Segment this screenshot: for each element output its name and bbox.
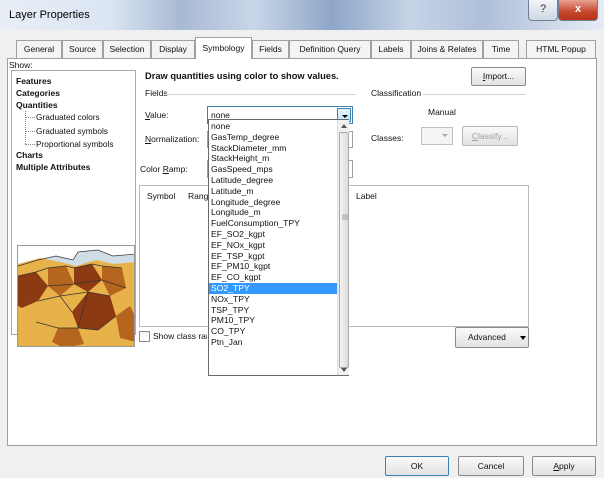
dropdown-option[interactable]: Latitude_degree: [209, 175, 338, 186]
tab-labels[interactable]: Labels: [371, 40, 411, 58]
value-label: Value:: [145, 110, 169, 120]
chevron-down-icon: [520, 336, 526, 340]
scroll-down-arrow-icon[interactable]: [340, 366, 348, 374]
color-ramp-label: Color Ramp:: [140, 164, 188, 174]
tab-html-popup[interactable]: HTML Popup: [526, 40, 596, 58]
dropdown-option[interactable]: Ptn_Jan: [209, 337, 338, 348]
scrollbar-thumb[interactable]: [339, 132, 349, 368]
column-symbol[interactable]: Symbol: [147, 191, 175, 201]
tab-joins-relates[interactable]: Joins & Relates: [411, 40, 483, 58]
dropdown-option[interactable]: EF_PM10_kgpt: [209, 261, 338, 272]
symbology-preview-map: [17, 245, 135, 347]
dropdown-scrollbar[interactable]: [337, 120, 349, 375]
tree-connector: [25, 144, 35, 145]
show-class-ranges-label: Show class ranges using feature values: [153, 331, 207, 341]
title-bar: [0, 0, 604, 30]
dropdown-option[interactable]: StackHeight_m: [209, 153, 338, 164]
preview-map-image: [18, 246, 134, 346]
tab-time[interactable]: Time: [483, 40, 519, 58]
ok-button[interactable]: OK: [385, 456, 449, 476]
classification-method: Manual: [428, 107, 456, 117]
column-label[interactable]: Label: [356, 191, 377, 201]
show-class-ranges-checkbox[interactable]: [139, 331, 150, 342]
tab-display[interactable]: Display: [151, 40, 195, 58]
dropdown-option[interactable]: GasSpeed_mps: [209, 164, 338, 175]
fields-group-divider: [166, 94, 356, 95]
apply-button[interactable]: Apply: [532, 456, 596, 476]
close-button[interactable]: x: [558, 0, 598, 21]
classes-select[interactable]: [421, 127, 453, 145]
scroll-up-arrow-icon[interactable]: [340, 122, 348, 130]
dropdown-option-selected[interactable]: SO2_TPY: [209, 283, 338, 294]
dropdown-option[interactable]: Longitude_degree: [209, 197, 338, 208]
tree-item-graduated-symbols[interactable]: Graduated symbols: [36, 126, 108, 136]
tree-item-charts[interactable]: Charts: [16, 150, 43, 160]
tree-item-multiple-attributes[interactable]: Multiple Attributes: [16, 162, 90, 172]
tree-connector: [25, 117, 35, 118]
dropdown-option[interactable]: EF_SO2_kgpt: [209, 229, 338, 240]
cancel-button[interactable]: Cancel: [458, 456, 524, 476]
dropdown-option[interactable]: StackDiameter_mm: [209, 143, 338, 154]
advanced-button[interactable]: Advanced: [455, 327, 529, 348]
tab-fields[interactable]: Fields: [252, 40, 289, 58]
classification-group-divider: [423, 94, 526, 95]
grip-icon: [342, 214, 348, 220]
dropdown-option[interactable]: EF_NOx_kgpt: [209, 240, 338, 251]
value-dropdown-list[interactable]: none GasTemp_degree StackDiameter_mm Sta…: [208, 119, 349, 376]
dropdown-option[interactable]: GasTemp_degree: [209, 132, 338, 143]
dropdown-option[interactable]: none: [209, 121, 338, 132]
renderer-description: Draw quantities using color to show valu…: [145, 71, 339, 81]
dropdown-option[interactable]: Longitude_m: [209, 207, 338, 218]
tab-source[interactable]: Source: [62, 40, 103, 58]
classes-label: Classes:: [371, 133, 404, 143]
tree-item-categories[interactable]: Categories: [16, 88, 60, 98]
dropdown-option[interactable]: CO_TPY: [209, 326, 338, 337]
dropdown-option[interactable]: EF_CO_kgpt: [209, 272, 338, 283]
tab-symbology[interactable]: Symbology: [195, 37, 252, 59]
normalization-label: Normalization:: [145, 134, 200, 144]
tab-selection[interactable]: Selection: [103, 40, 151, 58]
show-label: Show:: [9, 60, 33, 70]
tree-item-proportional-symbols[interactable]: Proportional symbols: [36, 139, 113, 149]
tree-connector: [25, 131, 35, 132]
help-button[interactable]: ?: [528, 0, 558, 21]
classify-button[interactable]: Classify...: [462, 126, 518, 146]
tree-item-features[interactable]: Features: [16, 76, 51, 86]
window-title: Layer Properties: [9, 9, 90, 21]
dropdown-option[interactable]: TSP_TPY: [209, 305, 338, 316]
tree-connector: [25, 111, 26, 144]
dropdown-option[interactable]: EF_TSP_kgpt: [209, 251, 338, 262]
tree-item-graduated-colors[interactable]: Graduated colors: [36, 112, 100, 122]
dropdown-option[interactable]: NOx_TPY: [209, 294, 338, 305]
import-button[interactable]: Import...: [471, 67, 526, 86]
chevron-down-icon: [442, 134, 448, 137]
tree-item-quantities[interactable]: Quantities: [16, 100, 58, 110]
fields-group-label: Fields: [145, 88, 168, 98]
dropdown-option[interactable]: PM10_TPY: [209, 315, 338, 326]
advanced-button-label: Advanced: [468, 332, 506, 342]
dropdown-option[interactable]: Latitude_m: [209, 186, 338, 197]
dropdown-option[interactable]: FuelConsumption_TPY: [209, 218, 338, 229]
tab-general[interactable]: General: [16, 40, 62, 58]
tab-definition-query[interactable]: Definition Query: [289, 40, 371, 58]
classification-group-label: Classification: [371, 88, 422, 98]
